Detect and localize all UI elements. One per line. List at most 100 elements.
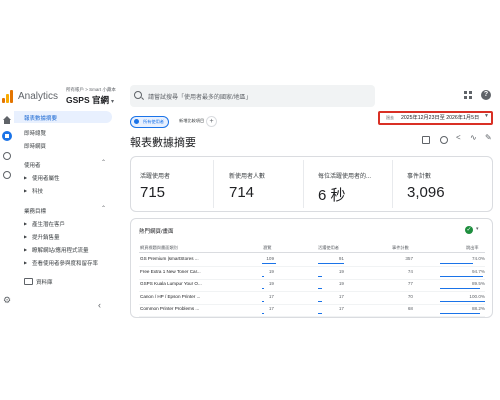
explore-icon[interactable] (3, 152, 11, 160)
kpi-value: 6 秒 (318, 187, 346, 204)
account-breadcrumb[interactable]: 所有帳戶 > Smart 小藏本 (66, 87, 116, 93)
nav-item-realtime-pages[interactable]: 即時網頁 (24, 142, 46, 150)
date-range-label: 2025年12月23日至 2026年1月5日 (401, 115, 480, 121)
row-divider (139, 266, 485, 267)
chevron-up-icon[interactable]: ⌃ (101, 205, 106, 212)
nav-item-traffic[interactable]: 瞭解網站/應用程式流量 (32, 246, 89, 254)
row-share-bar (262, 300, 265, 302)
nav-item-engagement-retention[interactable]: 查看使用者參與度和留存率 (32, 259, 98, 267)
row-share-bar (262, 288, 265, 289)
property-selector[interactable]: GSPS 官網 ▾ (66, 94, 114, 106)
search-icon (134, 91, 142, 99)
kpi-label: 每位活躍使用者的... (318, 174, 372, 180)
chevron-down-icon[interactable]: ▾ (476, 226, 479, 232)
table-cell-views: 17 (268, 293, 274, 299)
search-input[interactable]: 請嘗試搜尋「使用者最多的國家/地區」 (148, 92, 252, 101)
expand-arrow-icon: ▶ (24, 247, 28, 252)
row-bounce-bar (440, 263, 474, 264)
table-cell-events: 357 (405, 256, 413, 261)
nav-item-drive-sales[interactable]: 提升銷售量 (32, 233, 60, 241)
table-cell-views: 19 (268, 268, 274, 274)
check-icon[interactable]: ✓ (465, 226, 473, 234)
table-cell-bounce: 88.2% (471, 306, 485, 311)
row-share-bar (262, 263, 276, 264)
divider (303, 160, 304, 208)
nav-item-label: 報表數據摘要 (24, 116, 58, 122)
table-cell-events: 74 (407, 268, 413, 274)
analytics-logo-icon[interactable] (2, 90, 13, 103)
table-row-title[interactable]: Free Extra 1 New Toner Car... (140, 269, 201, 274)
column-header[interactable]: 瀏覽 (263, 245, 271, 251)
share-icon[interactable]: < (456, 133, 462, 142)
advertising-icon[interactable] (3, 171, 11, 179)
row-share-bar (318, 288, 323, 289)
row-share-bar (318, 263, 344, 264)
property-name: GSPS 官網 (66, 95, 109, 105)
table-cell-bounce: 94.7% (471, 268, 485, 274)
table-row-title[interactable]: Common Printer Problems ... (140, 306, 199, 311)
table-cell-views: 109 (266, 256, 274, 261)
trend-icon[interactable]: ∿ (470, 133, 477, 142)
nav-item-library[interactable]: 資料庫 (36, 278, 53, 286)
table-cell-users: 91 (338, 256, 344, 261)
row-divider (139, 316, 485, 317)
divider (392, 160, 393, 208)
row-share-bar (318, 275, 323, 277)
row-divider (139, 303, 485, 305)
collapse-nav-chevron-icon[interactable]: ‹ (98, 300, 101, 310)
kpi-value: 3,096 (407, 184, 445, 201)
add-comparison-button[interactable]: 新增比較項目 (175, 116, 208, 126)
table-cell-events: 70 (407, 293, 413, 299)
home-icon[interactable] (3, 116, 11, 124)
edit-icon[interactable]: ✎ (485, 133, 492, 142)
help-icon[interactable]: ? (481, 90, 491, 100)
table-row-title[interactable]: GS Premium |smartStores ... (140, 256, 199, 261)
row-bounce-bar (440, 275, 483, 277)
table-row-title[interactable]: Canon / HP / Epson Printer ... (140, 294, 200, 299)
chevron-up-icon[interactable]: ⌃ (101, 159, 106, 166)
expand-arrow-icon: ▶ (24, 260, 28, 265)
row-divider (139, 278, 485, 280)
apps-grid-icon[interactable] (464, 91, 472, 99)
row-share-bar (262, 275, 265, 277)
reports-icon[interactable] (2, 131, 12, 141)
nav-item-tech[interactable]: 科技 (32, 187, 43, 195)
customize-report-icon[interactable] (422, 136, 430, 144)
add-comparison-icon[interactable]: + (206, 116, 217, 127)
table-cell-bounce: 89.5% (471, 281, 485, 286)
gear-icon[interactable]: ⚙ (3, 295, 11, 306)
column-header[interactable]: 事件計數 (392, 245, 409, 251)
kpi-label: 活躍使用者 (140, 174, 171, 180)
row-bounce-bar (440, 300, 485, 302)
row-share-bar (262, 313, 265, 314)
expand-arrow-icon: ▶ (24, 175, 28, 180)
table-cell-users: 17 (338, 293, 344, 299)
nav-section-user[interactable]: 使用者 (24, 161, 41, 169)
kpi-label: 事件計數 (407, 174, 432, 180)
page-title: 報表數據摘要 (130, 137, 196, 149)
column-header[interactable]: 跳出率 (466, 245, 479, 251)
expand-arrow-icon: ▶ (24, 188, 28, 193)
row-divider (139, 291, 485, 292)
table-cell-bounce: 74.0% (471, 256, 485, 261)
divider (139, 252, 485, 253)
row-bounce-bar (440, 288, 481, 289)
table-cell-users: 19 (338, 281, 344, 286)
table-cell-events: 77 (407, 281, 413, 286)
expand-arrow-icon: ▶ (24, 221, 28, 226)
column-header[interactable]: 活躍使用者 (318, 245, 339, 251)
nav-item-realtime-overview[interactable]: 即時總覽 (24, 129, 46, 137)
filter-chip-all-users[interactable]: 所有使用者 (130, 116, 169, 128)
table-cell-users: 17 (338, 306, 344, 311)
column-header[interactable]: 網頁標題與畫面類別 (140, 245, 178, 251)
insights-icon[interactable] (440, 136, 448, 144)
nav-item-user-attributes[interactable]: 使用者屬性 (32, 174, 60, 182)
table-row-title[interactable]: GSPS Kuala Lumpur Your O... (140, 281, 202, 286)
divider (213, 160, 214, 208)
product-name: Analytics (18, 91, 59, 102)
nav-section-business-objectives[interactable]: 業務目標 (24, 207, 46, 215)
kpi-value: 714 (229, 184, 255, 201)
nav-item-generate-leads[interactable]: 產生潛在客戶 (32, 220, 65, 228)
card-title: 熱門網頁/畫面 (139, 229, 174, 235)
kpi-label: 新使用者人數 (229, 174, 266, 180)
